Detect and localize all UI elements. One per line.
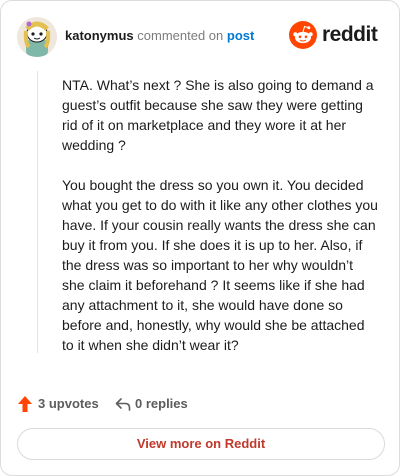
upvote-arrow-icon	[18, 396, 32, 412]
thread-line	[37, 71, 38, 353]
comment-body: NTA. What’s next ? She is also going to …	[62, 75, 378, 375]
embedded-comment-card: katonymus commented on post reddit NTA. …	[0, 0, 400, 476]
view-more-button[interactable]: View more on Reddit	[17, 428, 385, 460]
snoo-avatar-icon	[17, 17, 57, 57]
upvote-button[interactable]: 3 upvotes	[17, 393, 107, 415]
comment-paragraph: You bought the dress so you own it. You …	[62, 177, 378, 353]
reply-count: 0 replies	[135, 396, 188, 411]
comment-paragraph: NTA. What’s next ? She is also going to …	[62, 77, 374, 153]
action-text: commented on	[137, 28, 224, 43]
comment-actions: 3 upvotes 0 replies	[17, 393, 385, 415]
post-link[interactable]: post	[227, 28, 254, 43]
reddit-logo[interactable]: reddit	[289, 21, 383, 51]
reddit-wordmark: reddit	[322, 23, 378, 46]
username-link[interactable]: katonymus	[65, 28, 134, 43]
comment-header: katonymus commented on post reddit	[17, 17, 383, 57]
comment-attribution: katonymus commented on post	[65, 28, 254, 43]
reply-button[interactable]: 0 replies	[115, 393, 225, 415]
user-avatar[interactable]	[17, 17, 57, 57]
reddit-snoo-icon	[289, 21, 317, 49]
reply-arrow-icon	[115, 398, 131, 411]
upvote-count: 3 upvotes	[38, 396, 99, 411]
